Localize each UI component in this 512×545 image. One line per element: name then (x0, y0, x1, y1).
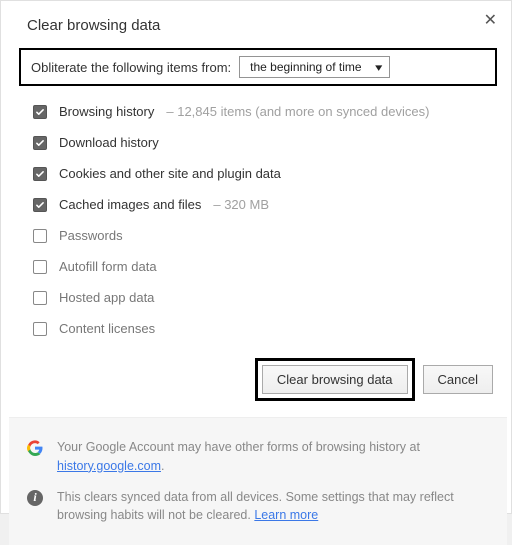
footer-google-row: Your Google Account may have other forms… (27, 432, 489, 482)
checkbox[interactable] (33, 105, 47, 119)
checkbox-label: Hosted app data (59, 290, 154, 305)
clear-browsing-data-dialog: ✕ Clear browsing data Obliterate the fol… (9, 5, 507, 509)
checkbox-list: Browsing history – 12,845 items (and more… (9, 96, 507, 344)
checkbox[interactable] (33, 229, 47, 243)
checkbox[interactable] (33, 167, 47, 181)
clear-browsing-data-button[interactable]: Clear browsing data (262, 365, 408, 394)
chevron-down-icon: ▾ (375, 61, 382, 74)
checkbox-label: Download history (59, 135, 159, 150)
checkbox-label: Cached images and files (59, 197, 201, 212)
checkbox[interactable] (33, 198, 47, 212)
checkbox-label: Passwords (59, 228, 123, 243)
checkbox-row: Content licenses (33, 313, 489, 344)
checkbox[interactable] (33, 136, 47, 150)
checkbox-row: Cookies and other site and plugin data (33, 158, 489, 189)
checkbox-row: Autofill form data (33, 251, 489, 282)
primary-highlight: Clear browsing data (255, 358, 415, 401)
time-range-value: the beginning of time (250, 60, 361, 74)
obliterate-label: Obliterate the following items from: (31, 60, 231, 75)
time-range-row: Obliterate the following items from: the… (19, 48, 497, 86)
checkbox-detail: – 320 MB (213, 197, 269, 212)
checkbox-row: Download history (33, 127, 489, 158)
footer-google-text: Your Google Account may have other forms… (57, 438, 489, 476)
footer-info-text: This clears synced data from all devices… (57, 488, 489, 526)
checkbox[interactable] (33, 291, 47, 305)
checkbox-row: Cached images and files – 320 MB (33, 189, 489, 220)
learn-more-link[interactable]: Learn more (254, 508, 318, 522)
checkbox-row: Hosted app data (33, 282, 489, 313)
checkbox-row: Browsing history – 12,845 items (and more… (33, 96, 489, 127)
close-icon[interactable]: ✕ (484, 13, 497, 29)
checkbox-label: Autofill form data (59, 259, 157, 274)
checkbox[interactable] (33, 322, 47, 336)
checkbox-label: Content licenses (59, 321, 155, 336)
checkbox-label: Browsing history (59, 104, 154, 119)
checkbox-detail: – 12,845 items (and more on synced devic… (166, 104, 429, 119)
google-logo-icon (27, 440, 43, 456)
info-icon: i (27, 490, 43, 506)
checkbox-label: Cookies and other site and plugin data (59, 166, 281, 181)
history-google-link[interactable]: history.google.com (57, 459, 161, 473)
footer-info-row: i This clears synced data from all devic… (27, 482, 489, 532)
cancel-button[interactable]: Cancel (423, 365, 493, 394)
checkbox[interactable] (33, 260, 47, 274)
checkbox-row: Passwords (33, 220, 489, 251)
dialog-title: Clear browsing data (9, 5, 507, 48)
dialog-actions: Clear browsing data Cancel (9, 344, 507, 411)
time-range-select[interactable]: the beginning of time ▾ (239, 56, 390, 78)
dialog-footer: Your Google Account may have other forms… (9, 418, 507, 545)
